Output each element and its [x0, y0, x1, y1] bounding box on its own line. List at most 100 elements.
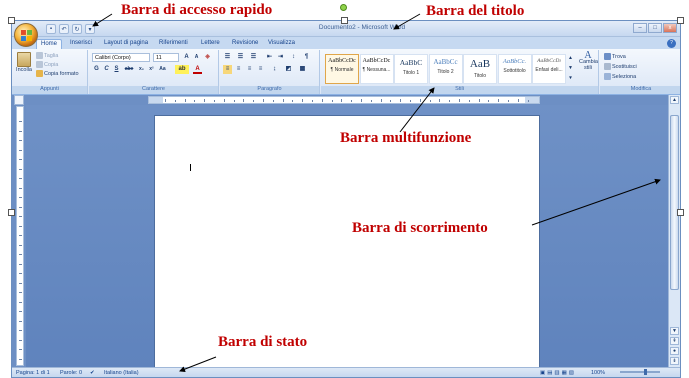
underline-button[interactable]: S — [112, 65, 121, 74]
tab-layout[interactable]: Layout di pagina — [100, 39, 152, 49]
style-item[interactable]: AaBbC Titolo 1 — [394, 54, 428, 84]
change-case-button[interactable]: Aa — [158, 65, 167, 74]
undo-icon[interactable]: ↶ — [59, 24, 69, 34]
align-left-icon[interactable]: ≡ — [223, 65, 232, 74]
bold-button[interactable]: G — [92, 65, 101, 74]
format-painter-button[interactable]: Copia formato — [36, 70, 79, 77]
shading-icon[interactable]: ◩ — [284, 65, 293, 74]
style-item[interactable]: AaBbCcDc ¶ Nessuna... — [359, 54, 394, 84]
horizontal-ruler[interactable] — [148, 96, 540, 104]
tab-visualizza[interactable]: Visualizza — [264, 39, 299, 49]
language-indicator[interactable]: Italiano (Italia) — [104, 370, 139, 376]
copy-button[interactable]: Copia — [36, 61, 58, 68]
resize-handle-top-left[interactable] — [8, 17, 15, 24]
grow-font-icon[interactable]: A — [182, 53, 191, 62]
superscript-button[interactable]: x² — [147, 65, 156, 74]
redo-icon[interactable]: ↻ — [72, 24, 82, 34]
justify-icon[interactable]: ≡ — [256, 65, 265, 74]
paste-button[interactable]: Incolla — [15, 52, 33, 73]
resize-handle-left[interactable] — [8, 209, 15, 216]
vertical-scrollbar[interactable]: ▲ ▼ ⇞ ● ⇟ — [668, 95, 680, 369]
font-name-select[interactable]: Calibri (Corpo) — [92, 53, 150, 62]
font-color-icon[interactable]: A — [193, 65, 202, 74]
change-styles-button[interactable]: A Cambia stili — [579, 51, 598, 72]
decrease-indent-icon[interactable]: ⇤ — [265, 53, 274, 62]
style-item[interactable]: AaBbCcDc ¶ Normale — [325, 54, 359, 84]
save-icon[interactable]: ▪ — [46, 24, 56, 34]
ruler-tick — [243, 99, 245, 102]
cut-button[interactable]: Taglia — [36, 52, 58, 59]
word-count[interactable]: Parole: 0 — [60, 370, 82, 376]
callout-ribbon: Barra multifunzione — [340, 130, 472, 146]
tab-inserisci[interactable]: Inserisci — [66, 39, 96, 49]
ribbon: Incolla Taglia Copia Copia formato Appun… — [12, 49, 680, 95]
scroll-up-icon[interactable]: ▲ — [670, 96, 679, 104]
tab-revisione[interactable]: Revisione — [228, 39, 262, 49]
font-group: Calibri (Corpo) 11 A A ◈ G C S abe x₂ x²… — [89, 50, 219, 94]
replace-button[interactable]: Sostituisci — [604, 63, 637, 70]
subscript-button[interactable]: x₂ — [137, 65, 146, 74]
zoom-slider[interactable] — [620, 369, 660, 375]
increase-indent-icon[interactable]: ⇥ — [276, 53, 285, 62]
view-buttons[interactable]: ▣▤▥▦▧ — [540, 370, 576, 376]
style-item[interactable]: AaB Titolo — [463, 54, 497, 84]
rotate-handle[interactable] — [340, 4, 347, 11]
next-page-icon[interactable]: ⇟ — [670, 357, 679, 365]
scroll-thumb[interactable] — [670, 115, 679, 290]
copy-icon — [36, 61, 43, 68]
numbering-icon[interactable]: ☰ — [236, 53, 245, 62]
ruler-tab-selector[interactable] — [14, 95, 24, 105]
ruler-tick — [19, 282, 22, 284]
highlight-icon[interactable]: ab — [175, 65, 189, 74]
sort-icon[interactable]: ↕ — [289, 53, 298, 62]
bullets-icon[interactable]: ☰ — [223, 53, 232, 62]
vertical-ruler[interactable] — [16, 106, 24, 366]
align-right-icon[interactable]: ≡ — [245, 65, 254, 74]
borders-icon[interactable]: ▦ — [298, 65, 307, 74]
document-page[interactable] — [154, 115, 540, 369]
ruler-tick — [19, 121, 22, 122]
resize-handle-top-right[interactable] — [677, 17, 684, 24]
tab-home[interactable]: Home — [36, 39, 63, 49]
align-center-icon[interactable]: ≡ — [234, 65, 243, 74]
style-item[interactable]: AaBbCc Titolo 2 — [428, 54, 463, 84]
ruler-tick — [223, 99, 225, 102]
office-button[interactable] — [14, 23, 38, 47]
gallery-up-icon[interactable]: ▲ — [566, 54, 575, 63]
proofing-icon[interactable]: ✔ — [90, 370, 95, 376]
maximize-button[interactable]: □ — [648, 23, 662, 33]
style-item[interactable]: AaBbCcDı Enfasi deli... — [532, 54, 566, 84]
gallery-down-icon[interactable]: ▼ — [566, 64, 575, 73]
resize-handle-top[interactable] — [341, 17, 348, 24]
previous-page-icon[interactable]: ⇞ — [670, 337, 679, 345]
scroll-down-icon[interactable]: ▼ — [670, 327, 679, 335]
ruler-tick — [498, 99, 500, 102]
tab-riferimenti[interactable]: Riferimenti — [155, 39, 192, 49]
select-button[interactable]: Seleziona — [604, 73, 636, 80]
close-button[interactable]: x — [663, 23, 677, 33]
style-item[interactable]: AaBbCc. Sottotitolo — [497, 54, 532, 84]
tab-lettere[interactable]: Lettere — [197, 39, 224, 49]
strikethrough-button[interactable]: abe — [123, 65, 135, 74]
find-button[interactable]: Trova — [604, 53, 626, 60]
page-count[interactable]: Pagina: 1 di 1 — [16, 370, 50, 376]
line-spacing-icon[interactable]: ↨ — [270, 65, 279, 74]
customize-qat-icon[interactable]: ▾ — [85, 24, 95, 34]
styles-group: AaBbCcDc ¶ Normale AaBbCcDc ¶ Nessuna... AaB… — [321, 50, 599, 94]
browse-object-icon[interactable]: ● — [670, 347, 679, 355]
window-controls: – □ x — [633, 23, 677, 33]
multilevel-list-icon[interactable]: ☰ — [249, 53, 258, 62]
paragraph-group: ☰ ☰ ☰ ⇤ ⇥ ↕ ¶ ≡ ≡ ≡ ≡ ↨ ◩ ▦ Paragrafo — [220, 50, 320, 94]
italic-button[interactable]: C — [102, 65, 111, 74]
clear-format-icon[interactable]: ◈ — [203, 53, 212, 62]
pilcrow-icon[interactable]: ¶ — [302, 53, 311, 62]
gallery-more-icon[interactable]: ▾ — [566, 74, 575, 83]
ruler-tick — [184, 99, 186, 102]
zoom-level[interactable]: 100% — [591, 370, 605, 376]
resize-handle-right[interactable] — [677, 209, 684, 216]
shrink-font-icon[interactable]: A — [192, 53, 201, 62]
minimize-button[interactable]: – — [633, 23, 647, 33]
zoom-slider-knob[interactable] — [643, 369, 647, 375]
help-icon[interactable]: ? — [667, 39, 676, 48]
font-size-select[interactable]: 11 — [153, 53, 179, 62]
